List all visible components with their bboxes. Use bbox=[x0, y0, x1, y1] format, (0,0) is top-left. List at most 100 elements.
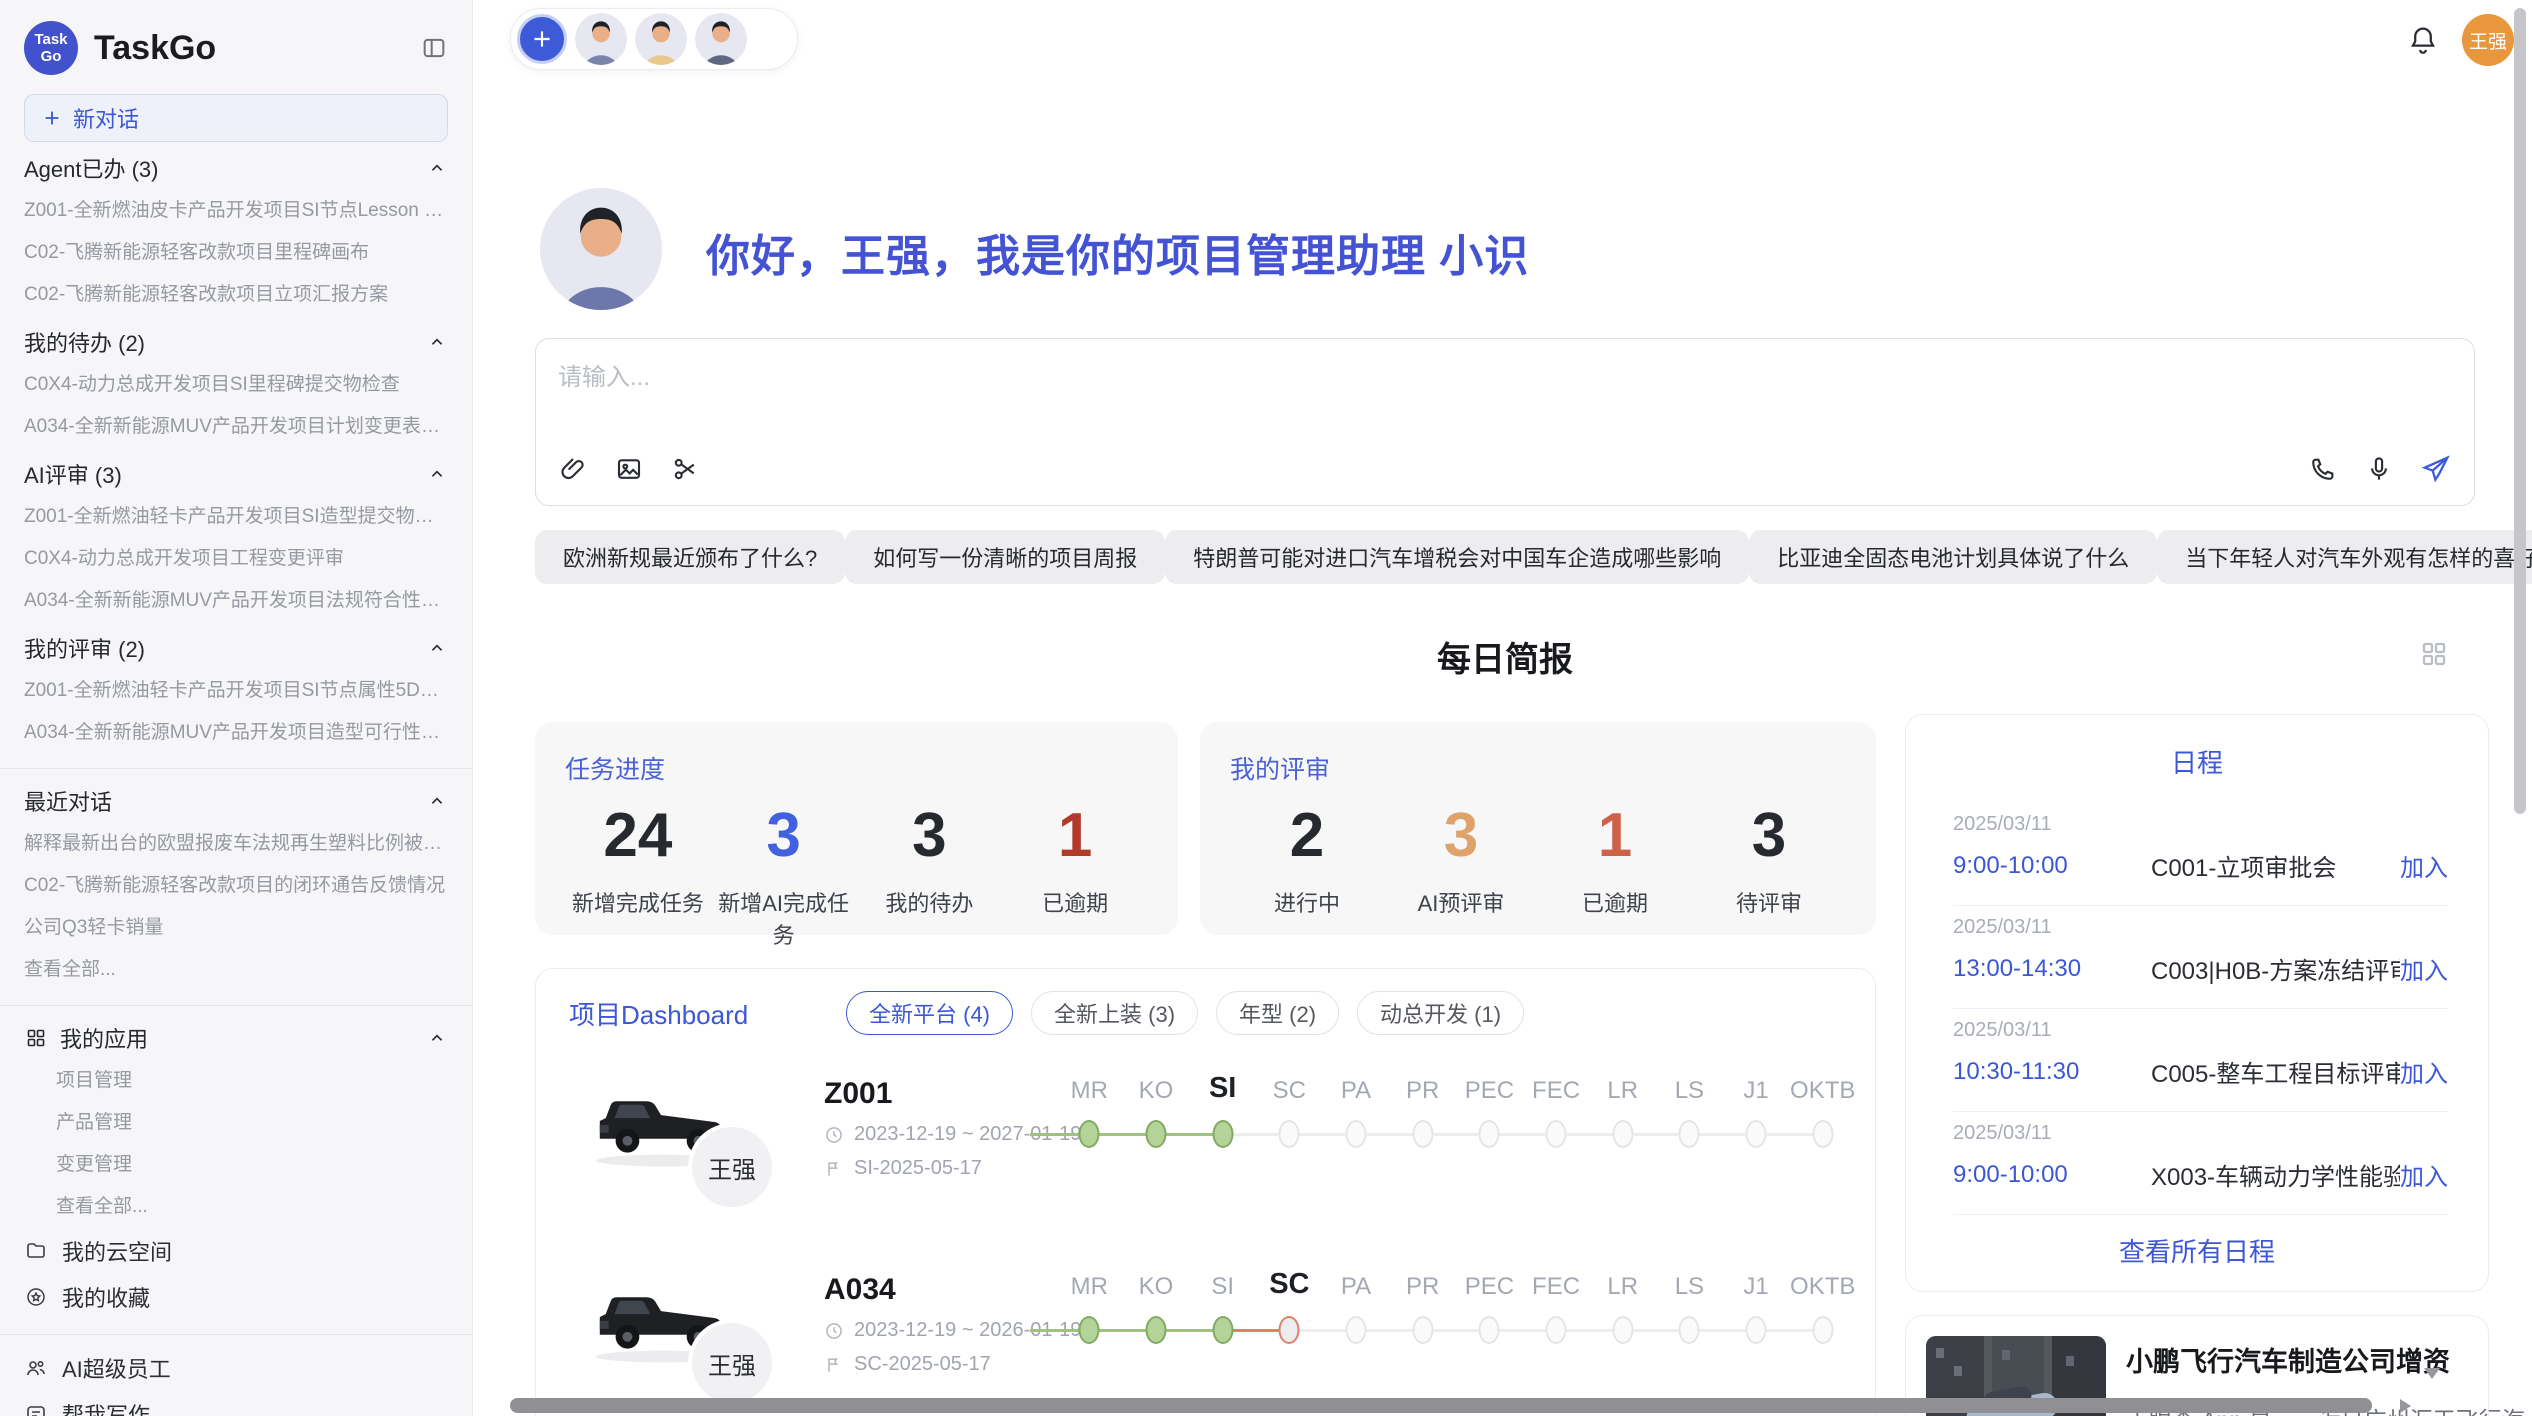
task-header[interactable]: 我的评审 (2) bbox=[24, 626, 448, 670]
project-row[interactable]: 王强Z0012023-12-19 ~ 2027-01-19SI-2025-05-… bbox=[536, 1061, 1856, 1261]
suggestion-chip[interactable]: 特朗普可能对进口汽车增税会对中国车企造成哪些影响 bbox=[1165, 530, 1749, 584]
project-owner-badge: 王强 bbox=[688, 1319, 776, 1407]
milestone-label: PR bbox=[1389, 1261, 1456, 1309]
milestone-station: PEC bbox=[1456, 1065, 1523, 1159]
task-item[interactable]: C02-飞腾新能源轻客改款项目里程碑画布 bbox=[24, 232, 448, 274]
recent-chats-item[interactable]: 解释最新出台的欧盟报废车法规再生塑料比例被调至15%... bbox=[24, 823, 448, 865]
apps-item[interactable]: 变更管理 bbox=[24, 1144, 448, 1186]
agent-quick-bar bbox=[510, 8, 798, 70]
sidebar-tool[interactable]: 帮我写作 bbox=[24, 1391, 448, 1416]
milestone-label: LR bbox=[1589, 1261, 1656, 1309]
join-meeting-link[interactable]: 加入 bbox=[2400, 848, 2448, 883]
task-item[interactable]: A034-全新新能源MUV产品开发项目法规符合性评审 bbox=[24, 580, 448, 622]
divider bbox=[0, 768, 472, 769]
stat-label: 进行中 bbox=[1230, 886, 1384, 918]
view-all-schedule-link[interactable]: 查看所有日程 bbox=[1906, 1232, 2488, 1269]
task-item[interactable]: Z001-全新燃油皮卡产品开发项目SI节点Lesson Learn报告 bbox=[24, 190, 448, 232]
suggestion-chips: 欧洲新规最近颁布了什么?如何写一份清晰的项目周报特朗普可能对进口汽车增税会对中国… bbox=[535, 530, 2475, 584]
milestone-dot bbox=[1479, 1316, 1500, 1344]
task-item[interactable]: Z001-全新燃油轻卡产品开发项目SI造型提交物评审 bbox=[24, 496, 448, 538]
image-upload-icon[interactable] bbox=[614, 454, 644, 484]
stat-label: 我的待办 bbox=[857, 886, 1003, 918]
schedule-date: 2025/03/11 bbox=[1953, 1122, 2448, 1145]
recent-chats-item[interactable]: 公司Q3轻卡销量 bbox=[24, 907, 448, 949]
send-icon[interactable] bbox=[2420, 453, 2452, 485]
scroll-down-arrow-icon[interactable] bbox=[2424, 1368, 2440, 1379]
divider bbox=[1953, 1214, 2448, 1215]
sidebar-sections: Agent已办 (3)Z001-全新燃油皮卡产品开发项目SI节点Lesson L… bbox=[24, 146, 448, 1416]
user-avatar[interactable]: 王强 bbox=[2462, 14, 2514, 66]
sidebar-link[interactable]: 我的收藏 bbox=[24, 1274, 448, 1320]
milestone-station: LS bbox=[1656, 1261, 1723, 1355]
milestone-station: SC bbox=[1256, 1261, 1323, 1355]
vertical-scrollbar[interactable] bbox=[2514, 8, 2526, 814]
notifications-bell-icon[interactable] bbox=[2406, 23, 2440, 57]
task-item[interactable]: C02-飞腾新能源轻客改款项目立项汇报方案 bbox=[24, 274, 448, 316]
task-item[interactable]: A034-全新新能源MUV产品开发项目造型可行性评审 bbox=[24, 712, 448, 754]
voice-call-icon[interactable] bbox=[2308, 454, 2338, 484]
join-meeting-link[interactable]: 加入 bbox=[2400, 1054, 2448, 1089]
horizontal-scrollbar[interactable] bbox=[510, 1398, 2372, 1413]
scroll-right-arrow-icon[interactable] bbox=[2400, 1399, 2411, 1413]
task-item[interactable]: C0X4-动力总成开发项目SI里程碑提交物检查 bbox=[24, 364, 448, 406]
apps-item[interactable]: 查看全部... bbox=[24, 1186, 448, 1228]
schedule-time: 9:00-10:00 bbox=[1953, 1161, 2151, 1189]
milestone-station: MR bbox=[1056, 1065, 1123, 1159]
attachment-icon[interactable] bbox=[558, 454, 588, 484]
task-header[interactable]: 我的待办 (2) bbox=[24, 320, 448, 364]
daily-brief-title: 每日简报 bbox=[535, 632, 2475, 681]
task-section: AI评审 (3)Z001-全新燃油轻卡产品开发项目SI造型提交物评审C0X4-动… bbox=[24, 452, 448, 622]
apps-item[interactable]: 项目管理 bbox=[24, 1060, 448, 1102]
screenshot-scissors-icon[interactable] bbox=[670, 454, 700, 484]
join-meeting-link[interactable]: 加入 bbox=[2400, 1157, 2448, 1192]
chevron-up-icon bbox=[426, 463, 448, 485]
dashboard-filter-chip[interactable]: 全新上装 (3) bbox=[1031, 991, 1198, 1035]
chevron-up-icon bbox=[426, 1027, 448, 1049]
my-review-card: 我的评审2进行中3AI预评审1已逾期3待评审 bbox=[1200, 722, 1876, 935]
dashboard-filter-chip[interactable]: 年型 (2) bbox=[1216, 991, 1339, 1035]
recent-chats-item[interactable]: 查看全部... bbox=[24, 949, 448, 991]
milestone-label: LS bbox=[1656, 1261, 1723, 1309]
suggestion-chip[interactable]: 欧洲新规最近颁布了什么? bbox=[535, 530, 845, 584]
chat-input[interactable] bbox=[558, 357, 2452, 449]
project-row[interactable]: 王强A0342023-12-19 ~ 2026-01-19SC-2025-05-… bbox=[536, 1257, 1856, 1416]
milestone-dot bbox=[1679, 1316, 1700, 1344]
agent-avatar[interactable] bbox=[635, 13, 687, 65]
dashboard-filter-chip[interactable]: 全新平台 (4) bbox=[846, 991, 1013, 1035]
milestone-dot bbox=[1146, 1120, 1167, 1148]
milestone-label: SC bbox=[1256, 1261, 1323, 1309]
dashboard-filter-chip[interactable]: 动总开发 (1) bbox=[1357, 991, 1524, 1035]
task-header[interactable]: Agent已办 (3) bbox=[24, 146, 448, 190]
suggestion-chip[interactable]: 当下年轻人对汽车外观有怎样的喜好趋势 bbox=[2157, 530, 2532, 584]
apps-item[interactable]: 产品管理 bbox=[24, 1102, 448, 1144]
recent-chats-header[interactable]: 最近对话 bbox=[24, 779, 448, 823]
greeting-text: 你好，王强，我是你的项目管理助理 小识 bbox=[706, 220, 1529, 284]
agent-avatar[interactable] bbox=[695, 13, 747, 65]
new-chat-button[interactable]: 新对话 bbox=[24, 94, 448, 142]
stat-item: 2进行中 bbox=[1230, 794, 1384, 918]
task-item[interactable]: A034-全新新能源MUV产品开发项目计划变更表编写 bbox=[24, 406, 448, 448]
task-item[interactable]: Z001-全新燃油轻卡产品开发项目SI节点属性5D文件评审 bbox=[24, 670, 448, 712]
agent-avatar[interactable] bbox=[575, 13, 627, 65]
microphone-icon[interactable] bbox=[2364, 454, 2394, 484]
folder-icon bbox=[24, 1239, 48, 1263]
suggestion-chip[interactable]: 比亚迪全固态电池计划具体说了什么 bbox=[1749, 530, 2157, 584]
milestone-label: LS bbox=[1656, 1065, 1723, 1113]
stat-item: 24新增完成任务 bbox=[565, 794, 711, 950]
sidebar-tool[interactable]: AI超级员工 bbox=[24, 1345, 448, 1391]
milestone-label: MR bbox=[1056, 1065, 1123, 1113]
suggestion-chip[interactable]: 如何写一份清晰的项目周报 bbox=[845, 530, 1165, 584]
apps-header[interactable]: 我的应用 bbox=[24, 1016, 448, 1060]
sidebar-link[interactable]: 我的云空间 bbox=[24, 1228, 448, 1274]
task-item[interactable]: C0X4-动力总成开发项目工程变更评审 bbox=[24, 538, 448, 580]
add-agent-button[interactable] bbox=[517, 14, 567, 64]
collapse-sidebar-icon[interactable] bbox=[420, 34, 448, 62]
milestone-dot bbox=[1546, 1120, 1567, 1148]
join-meeting-link[interactable]: 加入 bbox=[2400, 951, 2448, 986]
milestone-label: PEC bbox=[1456, 1261, 1523, 1309]
layout-grid-icon[interactable] bbox=[2418, 638, 2450, 670]
dashboard-title: 项目Dashboard bbox=[569, 995, 748, 1032]
task-header[interactable]: AI评审 (3) bbox=[24, 452, 448, 496]
recent-chats-item[interactable]: C02-飞腾新能源轻客改款项目的闭环通告反馈情况 bbox=[24, 865, 448, 907]
milestone-label: OKTB bbox=[1789, 1261, 1856, 1309]
